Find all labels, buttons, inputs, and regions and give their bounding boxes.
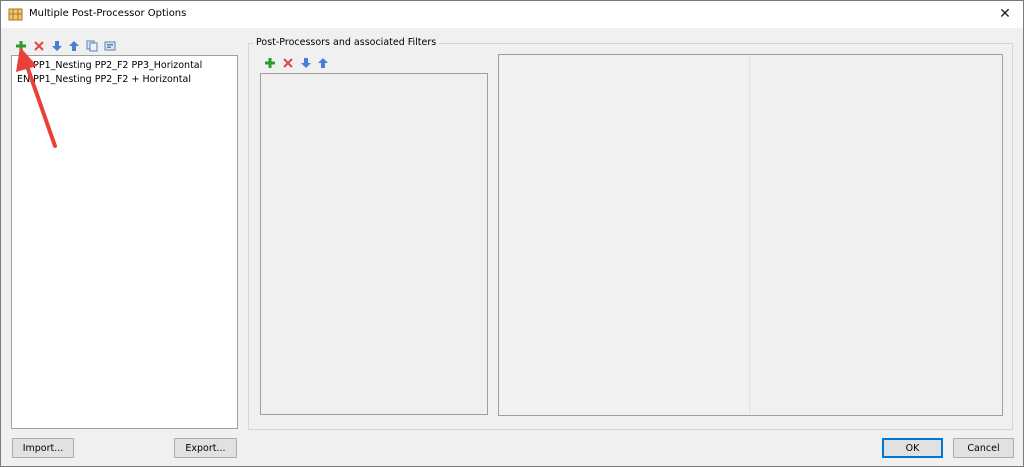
dialog-window: Multiple Post-Processor Options ✕ EN PP1…: [0, 0, 1024, 467]
list-item[interactable]: EN PP1_Nesting PP2_F2 + Horizontal: [17, 74, 191, 85]
export-button[interactable]: Export...: [174, 438, 237, 458]
move-up-icon[interactable]: [316, 56, 330, 70]
list-item[interactable]: EN PP1_Nesting PP2_F2 PP3_Horizontal: [17, 60, 202, 71]
rename-icon[interactable]: [103, 39, 117, 53]
configuration-list[interactable]: EN PP1_Nesting PP2_F2 PP3_Horizontal EN …: [11, 55, 238, 429]
group-label: Post-Processors and associated Filters: [253, 37, 440, 48]
copy-icon[interactable]: [85, 39, 99, 53]
delete-icon[interactable]: [281, 56, 295, 70]
app-icon: [8, 7, 23, 22]
ok-button[interactable]: OK: [882, 438, 943, 458]
filter-options-inner: [500, 56, 750, 414]
cancel-button[interactable]: Cancel: [953, 438, 1014, 458]
delete-icon[interactable]: [32, 39, 46, 53]
move-down-icon[interactable]: [299, 56, 313, 70]
window-title: Multiple Post-Processor Options: [29, 8, 187, 19]
close-button[interactable]: ✕: [993, 3, 1017, 25]
filter-options-panel[interactable]: [498, 54, 1003, 416]
title-bar: Multiple Post-Processor Options ✕: [1, 1, 1023, 28]
post-processor-list[interactable]: [260, 73, 488, 415]
move-down-icon[interactable]: [50, 39, 64, 53]
add-icon[interactable]: [14, 39, 28, 53]
move-up-icon[interactable]: [67, 39, 81, 53]
add-icon[interactable]: [263, 56, 277, 70]
import-button[interactable]: Import...: [12, 438, 74, 458]
